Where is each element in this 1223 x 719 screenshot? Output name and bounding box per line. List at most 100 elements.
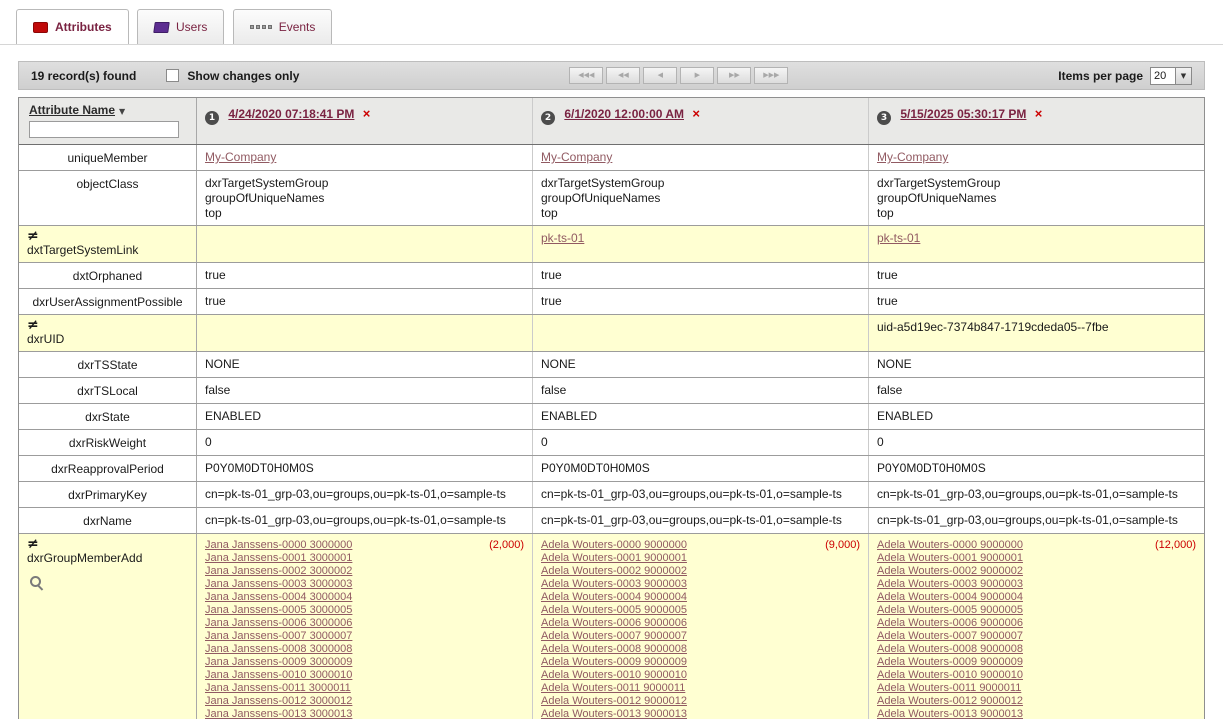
attribute-name: dxrName <box>27 514 188 529</box>
snapshot-date-link[interactable]: 4/24/2020 07:18:41 PM <box>228 107 354 121</box>
value-link[interactable]: Adela Wouters-0013 9000013 <box>877 708 1023 719</box>
remove-column-icon[interactable]: × <box>692 106 700 121</box>
value-link[interactable]: Adela Wouters-0006 9000006 <box>541 617 687 630</box>
value-link[interactable]: Adela Wouters-0009 9000009 <box>877 656 1023 669</box>
value-link[interactable]: Adela Wouters-0008 9000008 <box>541 643 687 656</box>
show-changes-checkbox[interactable] <box>166 69 179 82</box>
table-row: ≠dxrGroupMemberAdd(2,000)Jana Janssens-0… <box>19 534 1204 719</box>
value-link[interactable]: Adela Wouters-0013 9000013 <box>541 708 687 719</box>
value-link[interactable]: Adela Wouters-0011 9000011 <box>877 682 1021 695</box>
value-link[interactable]: Adela Wouters-0011 9000011 <box>541 682 685 695</box>
attribute-name-cell: dxrReapprovalPeriod <box>19 456 197 481</box>
attribute-name: dxrPrimaryKey <box>27 488 188 503</box>
value-link[interactable]: Adela Wouters-0003 9000003 <box>541 578 687 591</box>
snapshot-column-header-2: 2 6/1/2020 12:00:00 AM × <box>533 98 869 144</box>
tab-users-label: Users <box>176 20 207 34</box>
value-link[interactable]: pk-ts-01 <box>541 231 584 246</box>
value-link[interactable]: Adela Wouters-0004 9000004 <box>541 591 687 604</box>
attribute-filter-input[interactable] <box>29 121 179 138</box>
attribute-name: dxrUID <box>27 332 188 347</box>
value-cell <box>533 315 869 351</box>
remove-column-icon[interactable]: × <box>1035 106 1043 121</box>
value-link[interactable]: Adela Wouters-0008 9000008 <box>877 643 1023 656</box>
value-link[interactable]: Adela Wouters-0003 9000003 <box>877 578 1023 591</box>
value-cell: NONE <box>533 352 869 377</box>
value-link[interactable]: Jana Janssens-0002 3000002 <box>205 565 352 578</box>
tab-users[interactable]: Users <box>137 9 224 44</box>
value-link[interactable]: Adela Wouters-0010 9000010 <box>877 669 1023 682</box>
value-link[interactable]: Adela Wouters-0009 9000009 <box>541 656 687 669</box>
results-toolbar: 19 record(s) found Show changes only ◀◀◀… <box>18 61 1205 90</box>
value-link[interactable]: Jana Janssens-0013 3000013 <box>205 708 352 719</box>
value-cell: P0Y0M0DT0H0M0S <box>197 456 533 481</box>
value-link[interactable]: Adela Wouters-0002 9000002 <box>877 565 1023 578</box>
value-link[interactable]: Jana Janssens-0010 3000010 <box>205 669 352 682</box>
tab-events[interactable]: Events <box>233 9 333 44</box>
value-link[interactable]: Adela Wouters-0007 9000007 <box>541 630 687 643</box>
sort-descending-icon[interactable]: ▼ <box>119 107 125 116</box>
table-row: ≠dxtTargetSystemLinkpk-ts-01pk-ts-01 <box>19 226 1204 263</box>
value-link[interactable]: Adela Wouters-0000 9000000 <box>877 539 1023 552</box>
value-link[interactable]: Jana Janssens-0006 3000006 <box>205 617 352 630</box>
value-link[interactable]: Adela Wouters-0007 9000007 <box>877 630 1023 643</box>
pager-next-button[interactable]: ▶ <box>680 67 714 84</box>
value-link[interactable]: Adela Wouters-0000 9000000 <box>541 539 687 552</box>
value-link[interactable]: Adela Wouters-0001 9000001 <box>877 552 1023 565</box>
pager-prev-group-button[interactable]: ◀◀ <box>606 67 640 84</box>
value-link[interactable]: My-Company <box>877 150 948 165</box>
value-link[interactable]: Adela Wouters-0010 9000010 <box>541 669 687 682</box>
tab-events-label: Events <box>279 20 316 34</box>
value-text: ENABLED <box>205 409 524 424</box>
snapshot-date-link[interactable]: 5/15/2025 05:30:17 PM <box>900 107 1026 121</box>
value-link[interactable]: Jana Janssens-0007 3000007 <box>205 630 352 643</box>
attribute-name: dxtOrphaned <box>27 269 188 284</box>
value-link[interactable]: Adela Wouters-0001 9000001 <box>541 552 687 565</box>
value-link[interactable]: Adela Wouters-0005 9000005 <box>541 604 687 617</box>
pagination: ◀◀◀ ◀◀ ◀ ▶ ▶▶ ▶▶▶ <box>299 67 1058 84</box>
value-text: NONE <box>205 357 524 372</box>
attribute-name-sort-header[interactable]: Attribute Name <box>29 103 115 117</box>
chevron-down-icon[interactable]: ▼ <box>1176 67 1192 85</box>
value-link[interactable]: Jana Janssens-0012 3000012 <box>205 695 352 708</box>
value-link[interactable]: pk-ts-01 <box>877 231 920 246</box>
value-link[interactable]: Jana Janssens-0001 3000001 <box>205 552 352 565</box>
table-row: dxrRiskWeight000 <box>19 430 1204 456</box>
value-link[interactable]: Jana Janssens-0009 3000009 <box>205 656 352 669</box>
value-text: false <box>541 383 860 398</box>
value-link[interactable]: Adela Wouters-0012 9000012 <box>541 695 687 708</box>
value-link[interactable]: Jana Janssens-0005 3000005 <box>205 604 352 617</box>
pager-last-button[interactable]: ▶▶▶ <box>754 67 788 84</box>
value-link[interactable]: My-Company <box>205 150 276 165</box>
value-cell: cn=pk-ts-01_grp-03,ou=groups,ou=pk-ts-01… <box>197 482 533 507</box>
value-link[interactable]: My-Company <box>541 150 612 165</box>
value-cell: cn=pk-ts-01_grp-03,ou=groups,ou=pk-ts-01… <box>869 508 1204 533</box>
value-link[interactable]: Adela Wouters-0006 9000006 <box>877 617 1023 630</box>
value-link[interactable]: Adela Wouters-0012 9000012 <box>877 695 1023 708</box>
magnifier-icon[interactable] <box>30 576 43 589</box>
value-link[interactable]: Adela Wouters-0004 9000004 <box>877 591 1023 604</box>
value-link[interactable]: Jana Janssens-0011 3000011 <box>205 682 351 695</box>
value-cell: dxrTargetSystemGroupgroupOfUniqueNamesto… <box>197 171 533 225</box>
value-cell: true <box>533 263 869 288</box>
value-link[interactable]: Adela Wouters-0005 9000005 <box>877 604 1023 617</box>
attribute-name: dxtTargetSystemLink <box>27 243 188 258</box>
tab-attributes[interactable]: Attributes <box>16 9 129 44</box>
value-text: 0 <box>205 435 524 450</box>
value-text: 0 <box>541 435 860 450</box>
value-link[interactable]: Jana Janssens-0008 3000008 <box>205 643 352 656</box>
pager-first-button[interactable]: ◀◀◀ <box>569 67 603 84</box>
items-per-page-select[interactable]: 20 ▼ <box>1150 67 1192 85</box>
snapshot-date-link[interactable]: 6/1/2020 12:00:00 AM <box>564 107 684 121</box>
pager-next-group-button[interactable]: ▶▶ <box>717 67 751 84</box>
value-text: false <box>877 383 1196 398</box>
value-cell: dxrTargetSystemGroupgroupOfUniqueNamesto… <box>869 171 1204 225</box>
remove-column-icon[interactable]: × <box>363 106 371 121</box>
attribute-name-cell: uniqueMember <box>19 145 197 170</box>
tab-attributes-label: Attributes <box>55 20 112 34</box>
value-link[interactable]: Jana Janssens-0000 3000000 <box>205 539 352 552</box>
value-link[interactable]: Jana Janssens-0003 3000003 <box>205 578 352 591</box>
value-link[interactable]: Jana Janssens-0004 3000004 <box>205 591 352 604</box>
table-row: dxrStateENABLEDENABLEDENABLED <box>19 404 1204 430</box>
pager-prev-button[interactable]: ◀ <box>643 67 677 84</box>
value-link[interactable]: Adela Wouters-0002 9000002 <box>541 565 687 578</box>
